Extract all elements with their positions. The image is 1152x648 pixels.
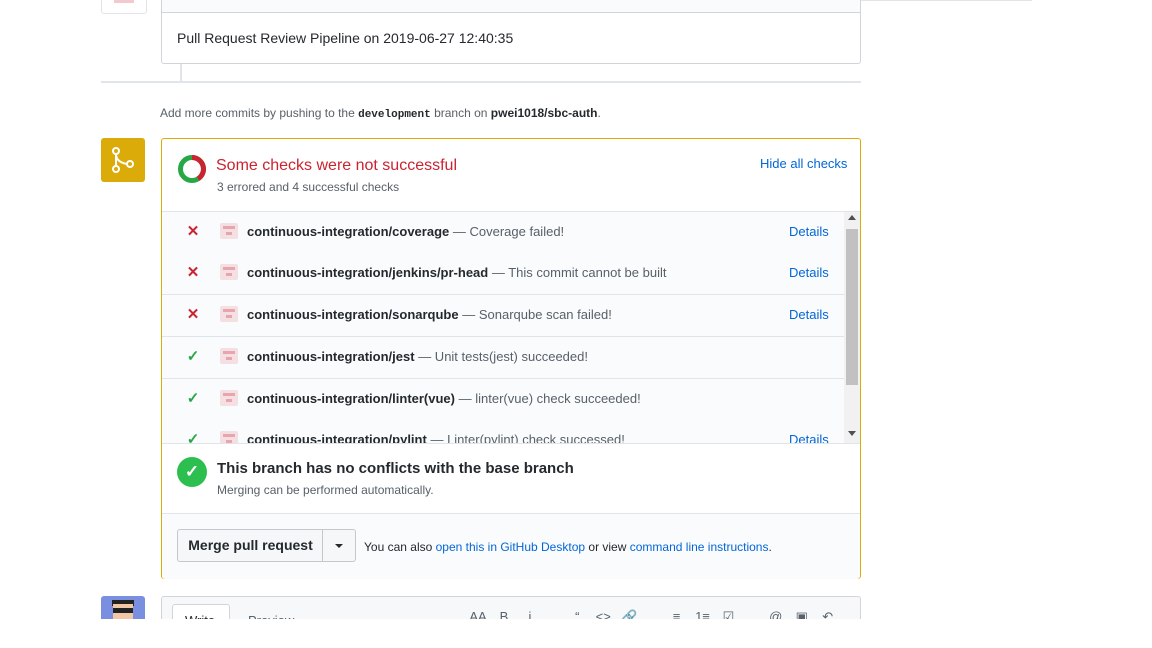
check-description: — This commit cannot be built (491, 265, 667, 280)
git-merge-icon (101, 138, 145, 182)
hint-suffix: . (597, 106, 601, 120)
x-icon: ✕ (186, 306, 200, 323)
check-description: — Unit tests(jest) succeeded! (418, 349, 588, 364)
x-icon: ✕ (186, 264, 200, 281)
hide-checks-link[interactable]: Hide all checks (760, 156, 847, 171)
checks-list[interactable]: ✕ continuous-integration/coverage — Cove… (162, 211, 860, 444)
details-link[interactable]: Details (789, 432, 829, 443)
check-description: — linter(vue) check succeeded! (458, 391, 641, 406)
command-line-link[interactable]: command line instructions (630, 540, 769, 554)
previous-status-header (162, 0, 860, 13)
scroll-up-icon[interactable] (848, 215, 856, 220)
check-row: ✕ continuous-integration/coverage — Cove… (162, 212, 844, 254)
details-link[interactable]: Details (789, 265, 829, 280)
merge-pull-request-button[interactable]: Merge pull request (177, 529, 324, 562)
check-name: continuous-integration/sonarqube (247, 307, 459, 322)
footer-middle: or view (588, 540, 627, 554)
branch-name: development (358, 109, 431, 121)
scrollbar-thumb[interactable] (846, 229, 858, 385)
merge-status-subtitle: Merging can be performed automatically. (217, 483, 434, 497)
check-row: ✓ continuous-integration/pylint — Linter… (162, 420, 844, 444)
check-icon: ✓ (186, 390, 200, 407)
footer-suffix: . (768, 540, 772, 554)
scroll-down-icon[interactable] (848, 431, 856, 436)
check-name: continuous-integration/jest (247, 349, 415, 364)
merge-method-dropdown[interactable] (322, 529, 356, 562)
push-hint: Add more commits by pushing to the devel… (160, 106, 601, 121)
check-row: ✓ continuous-integration/linter(vue) — l… (162, 379, 844, 421)
check-icon: ✓ (186, 431, 200, 444)
ci-app-icon (220, 306, 238, 322)
page-bottom (0, 619, 1152, 648)
timeline-connector (180, 64, 182, 81)
ci-app-icon (220, 431, 238, 443)
avatar[interactable] (101, 0, 147, 14)
footer-prefix: You can also (364, 540, 433, 554)
check-row: ✕ continuous-integration/jenkins/pr-head… (162, 253, 844, 295)
check-name: continuous-integration/coverage (247, 224, 450, 239)
ci-app-icon (220, 223, 238, 239)
merge-box: Some checks were not successful 3 errore… (161, 138, 861, 579)
check-name: continuous-integration/pylint (247, 432, 427, 444)
top-divider (860, 0, 1032, 1)
pipeline-status-text: Pull Request Review Pipeline on 2019-06-… (177, 30, 514, 46)
hint-middle: branch on (434, 106, 488, 120)
hint-prefix: Add more commits by pushing to the (160, 106, 355, 120)
check-circle-icon: ✓ (177, 457, 207, 487)
check-icon: ✓ (186, 348, 200, 365)
ci-app-icon (220, 264, 238, 280)
check-description: — Coverage failed! (452, 224, 565, 239)
check-name: continuous-integration/jenkins/pr-head (247, 265, 489, 280)
ci-app-icon (220, 390, 238, 406)
details-link[interactable]: Details (789, 224, 829, 239)
repo-name[interactable]: pwei1018/sbc-auth (491, 106, 598, 120)
check-row: ✕ continuous-integration/sonarqube — Son… (162, 295, 844, 337)
merge-status-title: This branch has no conflicts with the ba… (217, 460, 574, 477)
details-link[interactable]: Details (789, 307, 829, 322)
check-name: continuous-integration/linter(vue) (247, 391, 455, 406)
ci-app-icon (220, 348, 238, 364)
check-description: — Linter(pylint) check successed! (430, 432, 625, 444)
check-row: ✓ continuous-integration/jest — Unit tes… (162, 337, 844, 379)
x-icon: ✕ (186, 223, 200, 240)
github-desktop-link[interactable]: open this in GitHub Desktop (436, 540, 585, 554)
check-description: — Sonarqube scan failed! (462, 307, 612, 322)
checks-title: Some checks were not successful (216, 157, 457, 174)
merge-alternatives: You can also open this in GitHub Desktop… (364, 540, 772, 554)
previous-status-box: Pull Request Review Pipeline on 2019-06-… (161, 0, 861, 64)
checks-status-ring-icon (178, 155, 206, 183)
timeline-divider (101, 81, 861, 83)
checks-scrollbar[interactable] (844, 212, 860, 443)
merge-footer: Merge pull request You can also open thi… (162, 513, 860, 579)
checks-subtitle: 3 errored and 4 successful checks (217, 180, 400, 194)
